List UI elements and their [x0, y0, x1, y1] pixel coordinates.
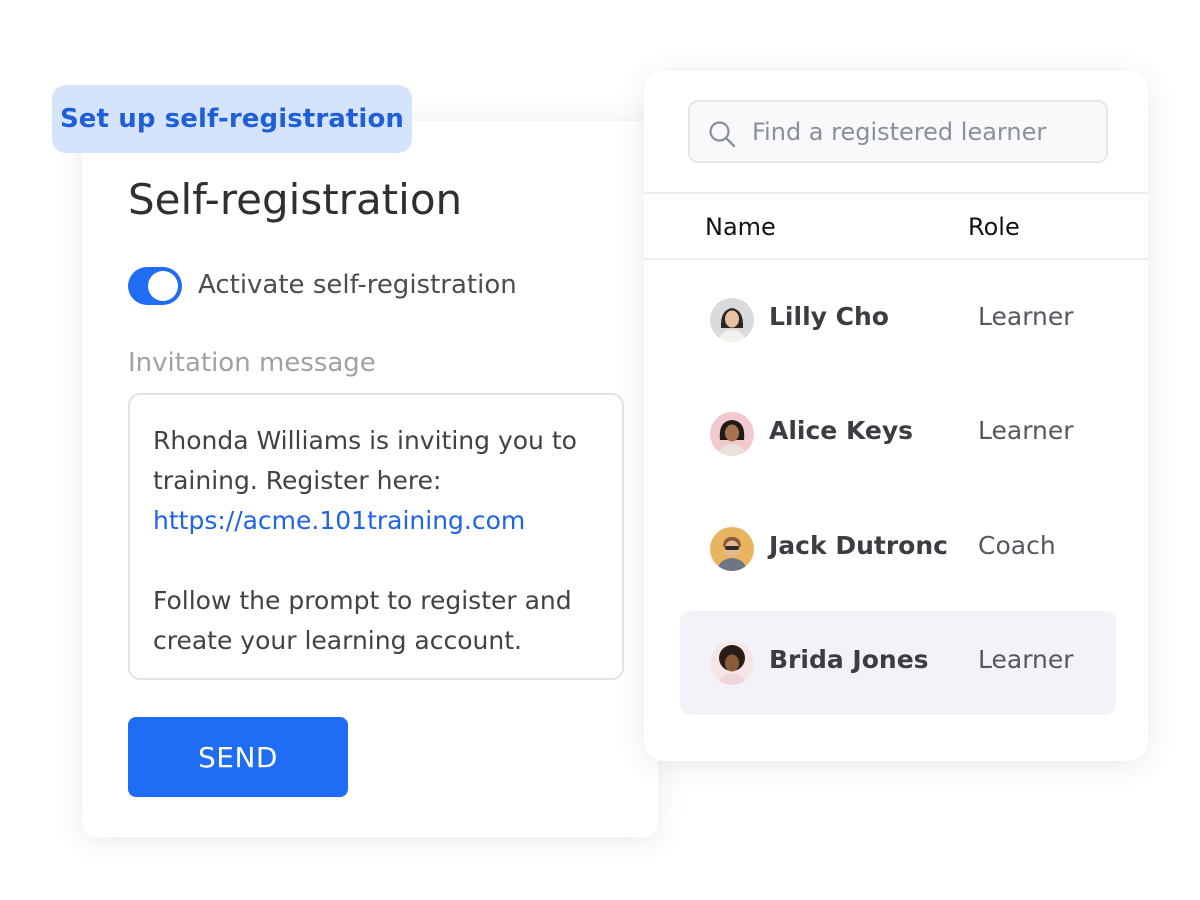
learner-role: Coach [978, 531, 1056, 560]
registered-learners-card: Name Role Lilly Cho Learner [644, 71, 1148, 761]
page-title: Self-registration [128, 175, 463, 224]
divider [644, 192, 1148, 194]
learner-role: Learner [978, 645, 1074, 674]
learner-role: Learner [978, 416, 1074, 445]
page: Set up self-registration Self-registrati… [0, 0, 1200, 900]
avatar [710, 527, 754, 571]
send-button[interactable]: SEND [128, 717, 348, 797]
toggle-label: Activate self-registration [198, 270, 517, 300]
invitation-message-label: Invitation message [128, 348, 376, 378]
toggle-knob [148, 271, 178, 301]
learner-name: Lilly Cho [769, 302, 889, 331]
table-row[interactable]: Brida Jones Learner [680, 611, 1116, 715]
invitation-message-textarea[interactable]: Rhonda Williams is inviting you to train… [128, 393, 624, 680]
learner-name: Jack Dutronc [769, 531, 948, 560]
search-icon [709, 121, 736, 148]
registration-link[interactable]: https://acme.101training.com [153, 501, 600, 541]
learner-role: Learner [978, 302, 1074, 331]
message-line: Follow the prompt to register and [153, 586, 572, 615]
setup-self-registration-label: Set up self-registration [59, 104, 405, 134]
column-header-name[interactable]: Name [705, 213, 776, 241]
learner-name: Brida Jones [769, 645, 929, 674]
avatar [710, 641, 754, 685]
activate-self-registration-toggle[interactable] [128, 267, 182, 305]
avatar [710, 412, 754, 456]
message-line: Rhonda Williams is inviting you to [153, 426, 577, 455]
table-row[interactable]: Lilly Cho Learner [680, 268, 1116, 372]
setup-self-registration-tab[interactable]: Set up self-registration [52, 85, 412, 153]
avatar [710, 298, 754, 342]
search-input[interactable] [752, 102, 1102, 161]
learner-name: Alice Keys [769, 416, 914, 445]
column-header-role[interactable]: Role [968, 213, 1020, 241]
search-box[interactable] [688, 100, 1108, 163]
table-row[interactable]: Jack Dutronc Coach [680, 497, 1116, 601]
message-line: training. Register here: [153, 466, 442, 495]
divider [644, 258, 1148, 260]
table-row[interactable]: Alice Keys Learner [680, 382, 1116, 486]
message-line: create your learning account. [153, 626, 522, 655]
